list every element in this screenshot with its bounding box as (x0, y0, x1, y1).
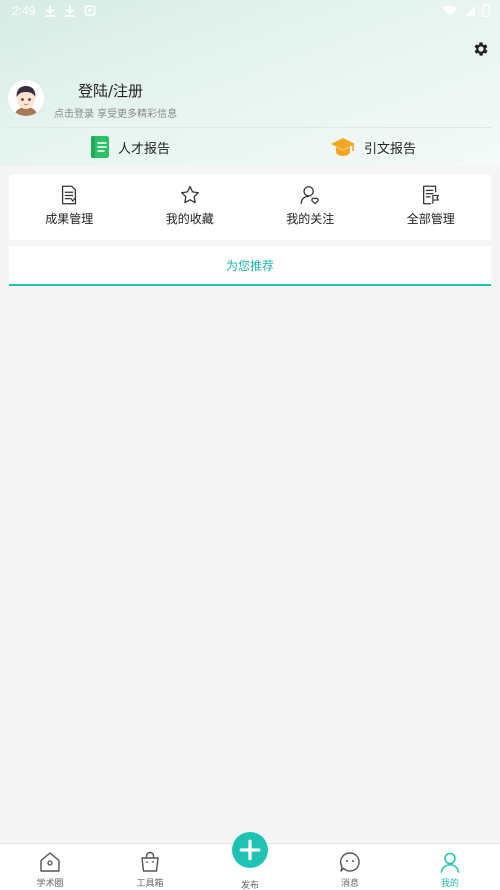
bag-icon (141, 851, 159, 872)
message-face-icon (339, 852, 360, 872)
quick-actions-card: 成果管理 我的收藏 我的关注 全部管理 (9, 174, 491, 240)
citation-report-button[interactable]: 引文报告 (330, 134, 416, 160)
nav-messages-label: 消息 (340, 879, 359, 889)
status-bar: 2:49 (0, 0, 500, 24)
avatar[interactable] (8, 80, 44, 116)
talent-report-label: 人才报告 (118, 141, 171, 157)
talent-report-button[interactable]: 人才报告 (90, 134, 170, 160)
graduation-cap-icon (331, 138, 355, 156)
signal-icon (465, 5, 475, 16)
nav-academic-circle[interactable]: 学术圈 (0, 844, 100, 890)
user-icon (440, 852, 460, 873)
bottom-navigation: 学术圈 工具箱 发布 消息 我的 (0, 832, 500, 890)
login-subtitle: 点击登录 享受更多精彩信息 (54, 109, 178, 120)
header-divider (8, 127, 492, 128)
nav-messages[interactable]: 消息 (300, 844, 400, 890)
all-management-button[interactable]: 全部管理 (371, 174, 492, 240)
status-time: 2:49 (12, 4, 36, 18)
tab-recommended[interactable]: 为您推荐 (9, 246, 491, 286)
nav-toolbox-label: 工具箱 (136, 879, 164, 889)
my-follows-label: 我的关注 (286, 212, 335, 226)
profile-header: 2:49 登陆/注册 点击登录 享受更多精彩信息 人才报告 引文报告 (0, 0, 500, 166)
star-icon (180, 185, 199, 204)
nav-academic-circle-label: 学术圈 (36, 879, 64, 889)
document-flag-icon (422, 185, 439, 205)
achievement-management-button[interactable]: 成果管理 (9, 174, 130, 240)
plus-icon (239, 839, 261, 861)
citation-report-label: 引文报告 (364, 141, 417, 157)
user-heart-icon (300, 186, 319, 205)
home-icon (40, 852, 60, 872)
my-favorites-button[interactable]: 我的收藏 (130, 174, 251, 240)
recommended-label: 为您推荐 (225, 258, 274, 273)
green-book-icon (91, 136, 109, 158)
wifi-icon (442, 4, 458, 16)
my-follows-button[interactable]: 我的关注 (250, 174, 371, 240)
achievement-management-label: 成果管理 (45, 212, 94, 226)
document-icon (62, 185, 77, 205)
nav-mine-label: 我的 (440, 879, 459, 889)
publish-button[interactable] (232, 832, 268, 868)
nav-toolbox[interactable]: 工具箱 (100, 844, 200, 890)
my-favorites-label: 我的收藏 (165, 212, 214, 226)
download-icon (45, 5, 55, 17)
nav-publish[interactable]: 发布 (200, 832, 300, 890)
nav-mine[interactable]: 我的 (400, 844, 500, 890)
gear-icon[interactable] (472, 40, 490, 58)
notification-icon (84, 5, 96, 16)
battery-icon (482, 4, 490, 17)
all-management-label: 全部管理 (406, 212, 455, 226)
download-icon (65, 5, 75, 17)
nav-publish-label: 发布 (240, 881, 259, 890)
login-register-link[interactable]: 登陆/注册 (78, 80, 143, 101)
